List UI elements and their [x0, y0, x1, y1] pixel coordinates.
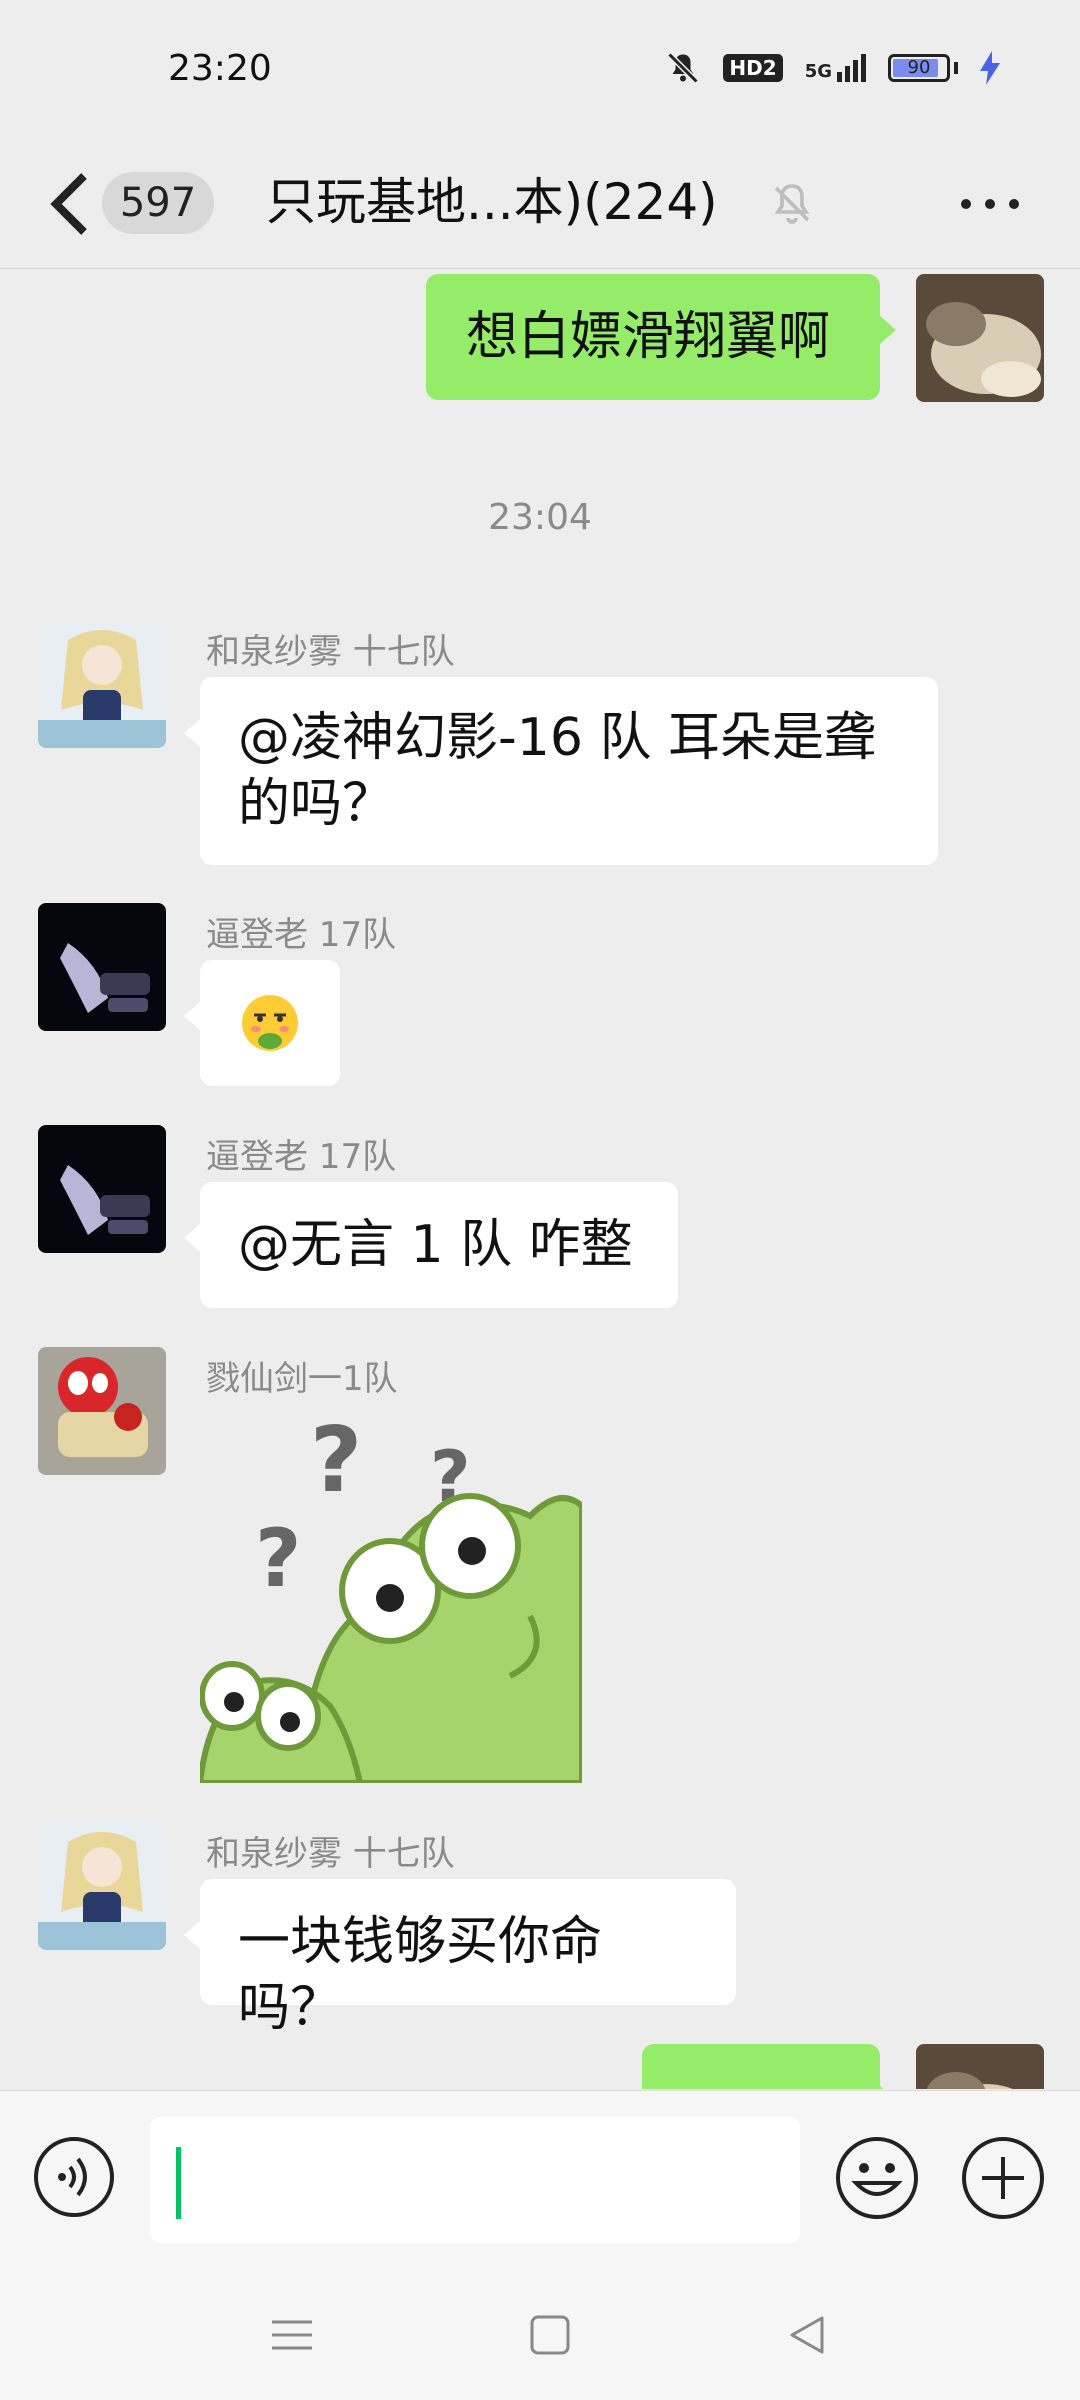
unread-count-badge[interactable]: 597: [102, 172, 214, 234]
sender-avatar[interactable]: [38, 1822, 166, 1950]
bell-off-icon: [667, 52, 700, 84]
status-bar: 23:20 HD2 5G 90: [0, 0, 1080, 140]
sender-avatar[interactable]: [38, 1125, 166, 1253]
my-message-bubble[interactable]: 想白嫖滑翔翼啊: [426, 274, 896, 400]
mute-bell-icon: [774, 184, 810, 224]
message-text: 想白嫖滑翔翼啊: [466, 307, 831, 367]
smirk-emoji-icon: [242, 995, 298, 1051]
status-time: 23:20: [168, 48, 272, 89]
message-text: @凌神幻影-16 队 耳朵是聋的吗？: [238, 708, 876, 834]
svg-text:?: ?: [255, 1512, 301, 1605]
sender-avatar[interactable]: [38, 620, 166, 748]
message-bubble[interactable]: @凌神幻影-16 队 耳朵是聋的吗？: [184, 677, 938, 865]
sender-name: 和泉纱雾 十七队: [206, 632, 455, 672]
text-caret: [176, 2147, 181, 2219]
charging-icon: [980, 51, 1000, 85]
message-text: @无言 1 队 咋整: [238, 1215, 633, 1275]
input-bar: [0, 2090, 1080, 2271]
battery-level: 90: [907, 57, 931, 78]
sender-avatar[interactable]: [38, 1347, 166, 1475]
home-nav-icon[interactable]: [520, 2310, 580, 2360]
message-bubble[interactable]: 一块钱够买你命吗？: [184, 1879, 736, 2038]
my-message-bubble[interactable]: [642, 2044, 896, 2089]
sender-name: 戮仙剑一1队: [206, 1359, 398, 1399]
my-avatar[interactable]: [916, 274, 1044, 402]
back-arrow-icon[interactable]: [40, 164, 100, 244]
my-avatar[interactable]: [916, 2044, 1044, 2089]
emoji-icon[interactable]: [834, 2135, 920, 2221]
chat-header: 597 只玩基地...本)(224): [0, 140, 1080, 269]
sender-name: 逼登老 17队: [206, 915, 397, 955]
emoji-message-bubble[interactable]: [184, 960, 340, 1086]
sender-name: 逼登老 17队: [206, 1137, 397, 1177]
voice-input-icon[interactable]: [32, 2135, 116, 2219]
message-text: 一块钱够买你命吗？: [238, 1912, 603, 2038]
hd-icon: HD2: [723, 54, 783, 82]
battery-icon: 90: [888, 54, 950, 82]
message-bubble[interactable]: @无言 1 队 咋整: [184, 1182, 678, 1308]
signal-icon: 5G: [805, 54, 866, 82]
message-list[interactable]: 想白嫖滑翔翼啊 23:04 和泉纱雾 十七队 @凌神幻影-16 队 耳朵是聋的吗…: [0, 269, 1080, 2089]
more-options-icon[interactable]: [954, 180, 1026, 228]
plus-icon[interactable]: [960, 2135, 1046, 2221]
message-timestamp: 23:04: [488, 497, 592, 538]
message-input[interactable]: [150, 2117, 800, 2243]
frog-sticker[interactable]: ? ? ?: [200, 1406, 582, 1783]
sender-name: 和泉纱雾 十七队: [206, 1834, 455, 1874]
sender-avatar[interactable]: [38, 903, 166, 1031]
status-icons: HD2 5G 90: [665, 50, 1000, 86]
system-nav-bar: [0, 2270, 1080, 2400]
back-nav-icon[interactable]: [778, 2310, 838, 2360]
chat-title[interactable]: 只玩基地...本)(224): [266, 162, 718, 242]
menu-nav-icon[interactable]: [262, 2310, 322, 2360]
svg-text:?: ?: [310, 1408, 362, 1513]
